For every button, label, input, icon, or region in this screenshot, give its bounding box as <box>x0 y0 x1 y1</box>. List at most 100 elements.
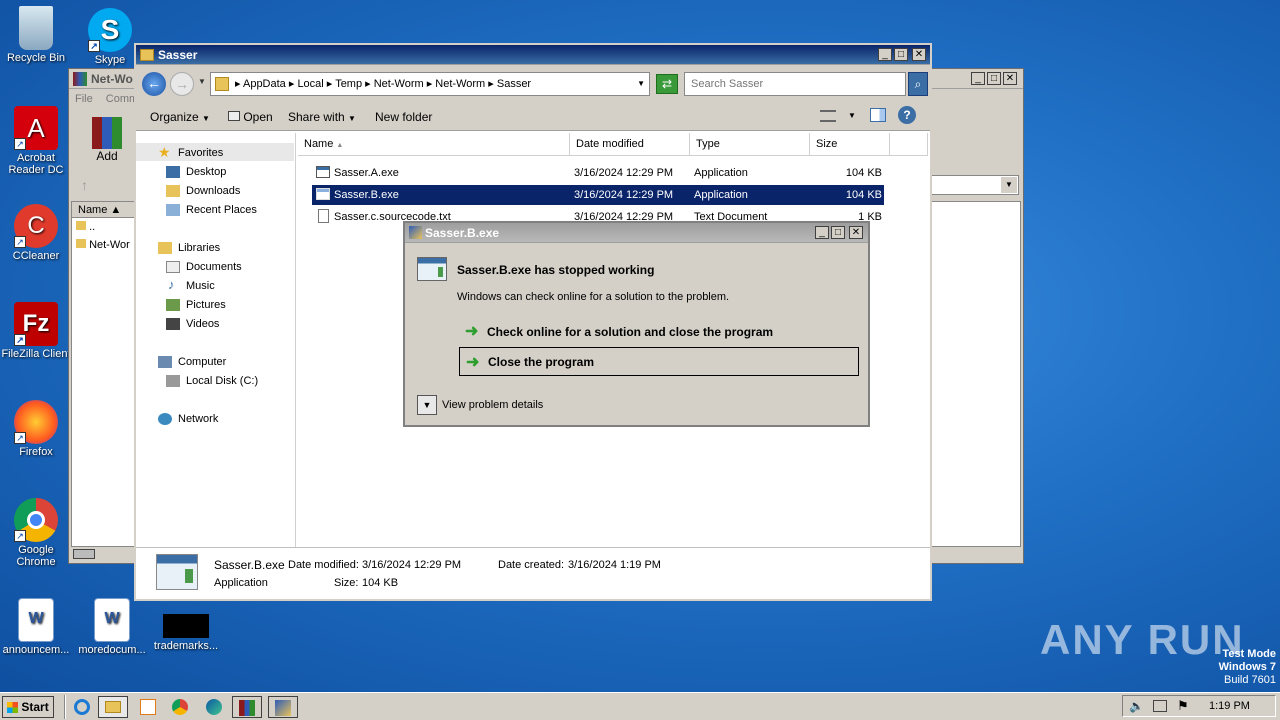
nav-downloads[interactable]: Downloads <box>186 185 240 197</box>
explorer-titlebar[interactable]: Sasser _ □ ✕ <box>136 45 930 65</box>
volume-icon[interactable]: 🔈 <box>1129 699 1144 713</box>
breadcrumb-separator-icon[interactable]: ▸ <box>327 78 335 90</box>
forward-arrow-icon[interactable]: → <box>170 72 194 96</box>
column-header-type[interactable]: Type <box>690 133 810 155</box>
breadcrumb-separator-icon[interactable]: ▸ <box>488 78 497 90</box>
crash-dialog[interactable]: Sasser.B.exe _ □ ✕ Sasser.B.exe has stop… <box>403 221 870 427</box>
column-header-name[interactable]: Name ▲ <box>298 133 570 155</box>
nav-libraries[interactable]: Libraries <box>178 242 220 254</box>
search-input[interactable] <box>691 74 887 94</box>
watermark-line1: Test Mode <box>1222 648 1276 660</box>
breadcrumb-local[interactable]: Local <box>297 78 323 90</box>
breadcrumb-net-worm[interactable]: Net-Worm <box>374 78 424 90</box>
share-with-button[interactable]: Share with ▼ <box>288 110 356 124</box>
desktop-icon-acrobat[interactable]: A ↗ Acrobat Reader DC <box>0 106 72 176</box>
desktop-icon-trademarks[interactable]: trademarks... <box>150 614 222 652</box>
nav-videos[interactable]: Videos <box>186 318 219 330</box>
firefox-icon: ↗ <box>14 400 58 444</box>
chevron-down-icon: ▼ <box>1001 177 1017 193</box>
nav-local-disk[interactable]: Local Disk (C:) <box>186 375 258 387</box>
search-box[interactable] <box>684 72 906 96</box>
view-options-icon[interactable] <box>820 110 836 122</box>
nav-network[interactable]: Network <box>178 413 218 425</box>
back-arrow-icon[interactable]: ← <box>142 72 166 96</box>
search-icon[interactable]: ⌕ <box>908 72 928 96</box>
details-created: 3/16/2024 1:19 PM <box>568 559 661 571</box>
column-label: Size <box>816 138 838 150</box>
column-header-date[interactable]: Date modified <box>570 133 690 155</box>
flag-icon[interactable]: ⚑ <box>1177 698 1189 714</box>
explorer-taskbar-icon[interactable] <box>98 696 128 718</box>
list-item[interactable]: .. <box>72 218 134 236</box>
preview-pane-icon[interactable] <box>870 108 886 122</box>
breadcrumb[interactable]: ▸ AppData ▸ Local ▸ Temp ▸ Net-Worm ▸ Ne… <box>210 72 650 96</box>
desktop-icon-recycle-bin[interactable]: Recycle Bin <box>0 6 72 64</box>
nav-music[interactable]: Music <box>186 280 215 292</box>
minimize-button[interactable]: _ <box>878 48 892 61</box>
breadcrumb-sasser[interactable]: Sasser <box>497 78 531 90</box>
expand-details-button[interactable]: ▼ <box>417 395 437 415</box>
path-combo[interactable]: ▼ <box>931 175 1019 195</box>
chevron-down-icon[interactable]: ▼ <box>637 79 645 88</box>
ie-taskbar-icon[interactable] <box>70 696 94 718</box>
nav-computer[interactable]: Computer <box>178 356 226 368</box>
nav-favorites[interactable]: Favorites <box>178 147 223 159</box>
desktop-icon-filezilla[interactable]: Fz ↗ FileZilla Client <box>0 302 72 360</box>
nav-documents[interactable]: Documents <box>186 261 242 273</box>
chrome-taskbar-icon[interactable] <box>168 696 192 718</box>
recent-pages-chevron-icon[interactable]: ▼ <box>198 77 206 86</box>
minimize-button[interactable]: _ <box>971 72 985 85</box>
help-icon[interactable]: ? <box>898 106 916 124</box>
minimize-button[interactable]: _ <box>815 226 829 239</box>
nav-pictures[interactable]: Pictures <box>186 299 226 311</box>
new-folder-button[interactable]: New folder <box>375 110 432 124</box>
desktop-icon-ccleaner[interactable]: C ↗ CCleaner <box>0 204 72 262</box>
nav-desktop[interactable]: Desktop <box>186 166 226 178</box>
breadcrumb-appdata[interactable]: AppData <box>243 78 286 90</box>
chevron-down-icon[interactable]: ▼ <box>848 111 856 120</box>
dialog-titlebar[interactable]: Sasser.B.exe _ □ ✕ <box>405 223 868 243</box>
file-name: Sasser.A.exe <box>334 167 399 179</box>
breadcrumb-temp[interactable]: Temp <box>335 78 362 90</box>
column-header-size[interactable]: Size <box>810 133 890 155</box>
column-header-name[interactable]: Name ▲ <box>72 202 134 218</box>
close-program-button[interactable]: ➜ Close the program <box>459 347 859 376</box>
start-button[interactable]: Start <box>2 696 54 718</box>
list-item[interactable]: Net-Wor <box>72 236 134 254</box>
maximize-button[interactable]: □ <box>831 226 845 239</box>
open-button[interactable]: Open <box>228 110 273 124</box>
column-header-extra[interactable] <box>890 133 928 155</box>
archive-file-list[interactable]: Name ▲ .. Net-Wor <box>71 201 135 547</box>
up-arrow-icon[interactable]: ↑ <box>81 177 88 193</box>
media-player-taskbar-icon[interactable] <box>136 696 160 718</box>
desktop-icon-moredocuments-doc[interactable]: W moredocum... <box>76 598 148 656</box>
nav-recent-places[interactable]: Recent Places <box>186 204 257 216</box>
desktop-icon-chrome[interactable]: ↗ Google Chrome <box>0 498 72 568</box>
maximize-button[interactable]: □ <box>894 48 908 61</box>
check-online-button[interactable]: ➜ Check online for a solution and close … <box>459 319 859 343</box>
close-button[interactable]: ✕ <box>849 226 863 239</box>
maximize-button[interactable]: □ <box>987 72 1001 85</box>
close-button[interactable]: ✕ <box>912 48 926 61</box>
file-row-selected[interactable]: Sasser.B.exe 3/16/2024 12:29 PM Applicat… <box>312 185 884 205</box>
desktop-icon-announcement-doc[interactable]: W announcem... <box>0 598 72 656</box>
word-document-icon: W <box>94 598 130 642</box>
system-tray: 🔈 ⚑ 1:19 PM <box>1122 695 1276 717</box>
organize-button[interactable]: Organize ▼ <box>150 110 210 124</box>
close-button[interactable]: ✕ <box>1003 72 1017 85</box>
winrar-taskbar-icon[interactable] <box>232 696 262 718</box>
refresh-icon[interactable]: ⇄ <box>656 74 678 94</box>
network-tray-icon[interactable] <box>1153 700 1167 712</box>
view-details-label[interactable]: View problem details <box>442 399 543 411</box>
breadcrumb-separator-icon[interactable]: ▸ <box>235 78 241 90</box>
add-button[interactable]: Add <box>89 117 125 163</box>
file-row[interactable]: Sasser.A.exe 3/16/2024 12:29 PM Applicat… <box>312 163 884 183</box>
menu-file[interactable]: File <box>75 93 93 105</box>
crash-reporter-taskbar-icon[interactable] <box>268 696 298 718</box>
breadcrumb-net-worm-2[interactable]: Net-Worm <box>435 78 485 90</box>
desktop-icon-firefox[interactable]: ↗ Firefox <box>0 400 72 458</box>
breadcrumb-separator-icon[interactable]: ▸ <box>427 78 436 90</box>
clock[interactable]: 1:19 PM <box>1209 700 1250 712</box>
edge-taskbar-icon[interactable] <box>202 696 226 718</box>
breadcrumb-separator-icon[interactable]: ▸ <box>365 78 374 90</box>
